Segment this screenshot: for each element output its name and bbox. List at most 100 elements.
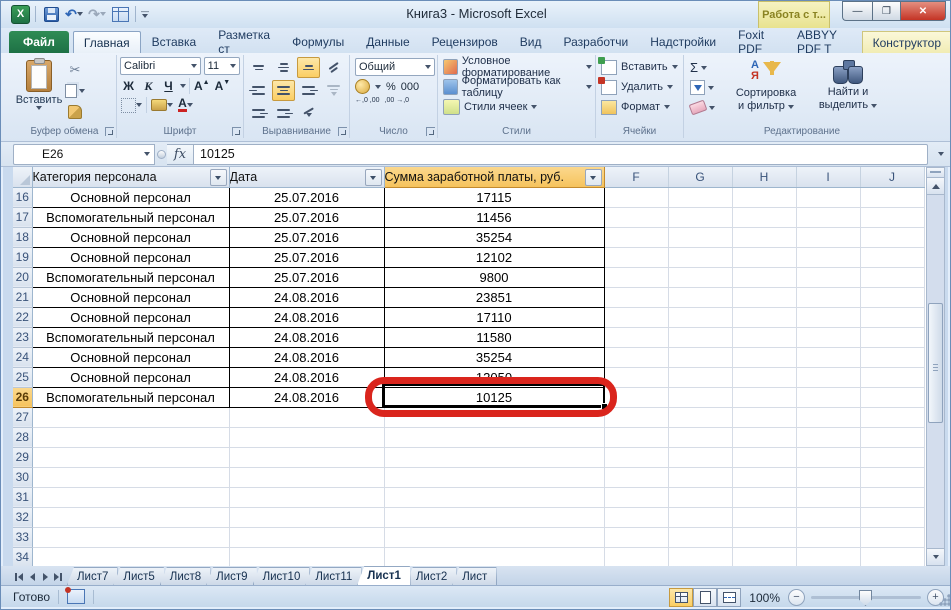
cell-category[interactable]: Вспомогательный персонал bbox=[32, 207, 229, 227]
row-number[interactable]: 17 bbox=[13, 207, 32, 227]
row-number[interactable]: 27 bbox=[13, 407, 32, 427]
cell-empty[interactable] bbox=[732, 547, 796, 567]
cell-empty[interactable] bbox=[796, 307, 860, 327]
column-header-sum[interactable]: Сумма заработной платы, руб. bbox=[384, 167, 604, 187]
cell-empty[interactable] bbox=[732, 187, 796, 207]
tab-addins[interactable]: Надстройки bbox=[639, 30, 727, 53]
cell-empty[interactable] bbox=[796, 507, 860, 527]
cell-date[interactable] bbox=[229, 507, 384, 527]
cell-date[interactable]: 25.07.2016 bbox=[229, 227, 384, 247]
tab-insert[interactable]: Вставка bbox=[141, 30, 208, 53]
minimize-button[interactable]: — bbox=[842, 1, 872, 21]
vertical-scroll-thumb[interactable] bbox=[928, 303, 943, 423]
dialog-launcher-icon[interactable] bbox=[232, 127, 241, 136]
cell-date[interactable]: 25.07.2016 bbox=[229, 267, 384, 287]
cell-date[interactable]: 24.08.2016 bbox=[229, 327, 384, 347]
cell-empty[interactable] bbox=[732, 227, 796, 247]
vertical-scrollbar[interactable] bbox=[926, 167, 945, 566]
dialog-launcher-icon[interactable] bbox=[338, 127, 347, 136]
cell-empty[interactable] bbox=[668, 247, 732, 267]
bold-button[interactable]: Ж bbox=[120, 78, 137, 94]
sheet-tab[interactable]: Лист7 bbox=[67, 567, 118, 585]
cell-empty[interactable] bbox=[796, 227, 860, 247]
format-as-table-button[interactable]: Форматировать как таблицу bbox=[441, 77, 592, 97]
cell-empty[interactable] bbox=[796, 287, 860, 307]
cell-empty[interactable] bbox=[668, 387, 732, 407]
row-number[interactable]: 24 bbox=[13, 347, 32, 367]
column-header-date[interactable]: Дата bbox=[229, 167, 384, 187]
column-header-G[interactable]: G bbox=[668, 167, 732, 187]
accounting-format-icon[interactable] bbox=[355, 79, 370, 94]
cell-empty[interactable] bbox=[604, 207, 668, 227]
first-sheet-button[interactable] bbox=[13, 570, 25, 583]
tab-data[interactable]: Данные bbox=[355, 30, 420, 53]
tab-page-layout[interactable]: Разметка ст bbox=[207, 30, 281, 53]
cell-empty[interactable] bbox=[796, 187, 860, 207]
align-top-button[interactable] bbox=[247, 57, 270, 78]
cell-empty[interactable] bbox=[860, 427, 924, 447]
cell-category[interactable] bbox=[32, 527, 229, 547]
cell-category[interactable]: Основной персонал bbox=[32, 287, 229, 307]
cell-empty[interactable] bbox=[604, 547, 668, 567]
cell-empty[interactable] bbox=[732, 307, 796, 327]
cell-empty[interactable] bbox=[796, 407, 860, 427]
paste-button[interactable]: Вставить bbox=[16, 57, 62, 124]
cell-empty[interactable] bbox=[860, 547, 924, 567]
cell-empty[interactable] bbox=[732, 487, 796, 507]
select-all-corner[interactable] bbox=[13, 167, 32, 187]
cell-empty[interactable] bbox=[604, 407, 668, 427]
cell-empty[interactable] bbox=[668, 467, 732, 487]
column-header-J[interactable]: J bbox=[860, 167, 924, 187]
number-format-combo[interactable]: Общий bbox=[355, 58, 435, 76]
tab-file[interactable]: Файл bbox=[9, 31, 69, 53]
align-bottom-button[interactable] bbox=[297, 57, 320, 78]
row-number[interactable]: 31 bbox=[13, 487, 32, 507]
cell-category[interactable] bbox=[32, 407, 229, 427]
cell-empty[interactable] bbox=[796, 387, 860, 407]
cell-empty[interactable] bbox=[796, 487, 860, 507]
tab-formulas[interactable]: Формулы bbox=[281, 30, 355, 53]
find-select-button[interactable]: Найти и выделить bbox=[807, 57, 889, 124]
cell-empty[interactable] bbox=[860, 247, 924, 267]
zoom-slider-track[interactable] bbox=[811, 596, 921, 599]
cell-empty[interactable] bbox=[668, 267, 732, 287]
cell-category[interactable]: Основной персонал bbox=[32, 347, 229, 367]
cell-empty[interactable] bbox=[860, 207, 924, 227]
cell-category[interactable] bbox=[32, 467, 229, 487]
cell-sum[interactable] bbox=[384, 427, 604, 447]
cell-sum[interactable] bbox=[384, 527, 604, 547]
column-header-H[interactable]: H bbox=[732, 167, 796, 187]
cell-empty[interactable] bbox=[668, 427, 732, 447]
font-size-combo[interactable]: 11 bbox=[204, 57, 240, 75]
align-left-button[interactable] bbox=[247, 80, 270, 101]
split-handle[interactable] bbox=[927, 168, 944, 178]
cell-empty[interactable] bbox=[796, 327, 860, 347]
cell-empty[interactable] bbox=[668, 287, 732, 307]
row-number[interactable]: 34 bbox=[13, 547, 32, 567]
tab-table-design[interactable]: Конструктор bbox=[862, 31, 951, 53]
cell-empty[interactable] bbox=[860, 187, 924, 207]
row-number[interactable]: 22 bbox=[13, 307, 32, 327]
resize-grip[interactable] bbox=[938, 593, 951, 606]
cell-empty[interactable] bbox=[604, 247, 668, 267]
cell-empty[interactable] bbox=[668, 527, 732, 547]
cell-sum[interactable] bbox=[384, 467, 604, 487]
cell-empty[interactable] bbox=[860, 507, 924, 527]
row-number[interactable]: 33 bbox=[13, 527, 32, 547]
cell-empty[interactable] bbox=[668, 187, 732, 207]
cell-sum[interactable] bbox=[384, 547, 604, 567]
scroll-up-button[interactable] bbox=[927, 178, 944, 195]
insert-function-button[interactable]: fx bbox=[167, 144, 194, 165]
increase-decimal-button[interactable]: ←,0 ,00 bbox=[355, 97, 380, 104]
cell-empty[interactable] bbox=[732, 467, 796, 487]
cell-empty[interactable] bbox=[860, 267, 924, 287]
cell-empty[interactable] bbox=[796, 467, 860, 487]
dialog-launcher-icon[interactable] bbox=[426, 127, 435, 136]
cell-date[interactable] bbox=[229, 427, 384, 447]
cell-empty[interactable] bbox=[732, 387, 796, 407]
cell-empty[interactable] bbox=[604, 287, 668, 307]
grow-font-button[interactable]: А▲ bbox=[193, 78, 211, 94]
cell-sum[interactable] bbox=[384, 407, 604, 427]
cell-empty[interactable] bbox=[860, 527, 924, 547]
cell-date[interactable] bbox=[229, 407, 384, 427]
